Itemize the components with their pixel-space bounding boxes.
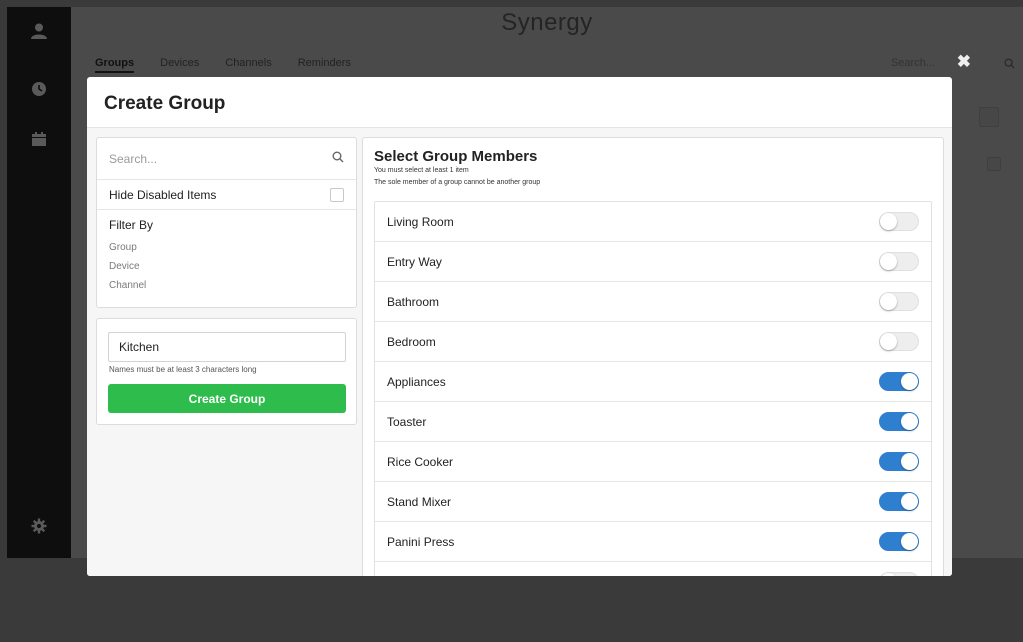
- member-toggle[interactable]: [879, 292, 919, 311]
- members-subtitle-2: The sole member of a group cannot be ano…: [374, 179, 541, 186]
- member-label: Living Room: [387, 214, 454, 229]
- member-toggle[interactable]: [879, 532, 919, 551]
- member-label: Stand Mixer: [387, 494, 452, 509]
- hide-disabled-label: Hide Disabled Items: [109, 187, 217, 202]
- hide-disabled-checkbox[interactable]: [330, 187, 344, 202]
- member-toggle[interactable]: [879, 332, 919, 351]
- modal-body: Hide Disabled Items Filter By Group Devi…: [87, 128, 952, 576]
- toggle-knob: [880, 293, 897, 310]
- group-name-input[interactable]: [108, 332, 346, 362]
- filter-card: Hide Disabled Items Filter By Group Devi…: [96, 137, 357, 308]
- expand-icon[interactable]: [987, 157, 1001, 171]
- filter-by-section: Filter By Group Device Channel: [97, 210, 356, 303]
- toggle-knob: [880, 213, 897, 230]
- list-item[interactable]: Bathroom: [375, 282, 931, 322]
- member-toggle[interactable]: [879, 372, 919, 391]
- member-toggle[interactable]: [879, 252, 919, 271]
- member-label: Appliances: [387, 374, 446, 389]
- member-toggle[interactable]: [879, 572, 919, 576]
- toggle-knob: [901, 453, 918, 470]
- list-item[interactable]: Rice Cooker: [375, 442, 931, 482]
- list-item[interactable]: Living Room: [375, 202, 931, 242]
- toggle-knob: [901, 413, 918, 430]
- member-toggle[interactable]: [879, 492, 919, 511]
- member-label: Bedroom: [387, 334, 436, 349]
- modal-header: Create Group: [87, 77, 952, 128]
- group-name-hint: Names must be at least 3 characters long: [109, 365, 257, 374]
- member-label: Bathroom: [387, 294, 440, 309]
- member-label: Entry Way: [387, 254, 442, 269]
- filter-by-label: Filter By: [109, 218, 154, 232]
- member-label: Panini Press: [387, 534, 455, 549]
- app-tabs: Groups Devices Channels Reminders: [95, 57, 351, 73]
- member-label: Rice Cooker: [387, 454, 454, 469]
- gear-icon[interactable]: [29, 516, 49, 536]
- search-icon[interactable]: [1004, 56, 1015, 74]
- list-item[interactable]: Entry Way: [375, 242, 931, 282]
- group-name-card: Names must be at least 3 characters long…: [96, 318, 357, 425]
- tab-channels[interactable]: Channels: [225, 57, 271, 73]
- list-item[interactable]: Toaster: [375, 402, 931, 442]
- members-card: Select Group Members You must select at …: [362, 137, 944, 576]
- sidebar: [7, 7, 71, 558]
- create-group-button[interactable]: Create Group: [108, 384, 346, 413]
- filter-search: [97, 138, 356, 180]
- list-item[interactable]: [375, 562, 931, 576]
- filter-option-channel[interactable]: Channel: [109, 276, 344, 295]
- tab-devices[interactable]: Devices: [160, 57, 199, 73]
- create-group-modal: Create Group Hide Disabled Items Filter …: [87, 77, 952, 576]
- list-item[interactable]: Appliances: [375, 362, 931, 402]
- tab-groups[interactable]: Groups: [95, 57, 135, 73]
- toggle-knob: [901, 533, 918, 550]
- hide-disabled-row[interactable]: Hide Disabled Items: [97, 180, 356, 210]
- member-toggle[interactable]: [879, 452, 919, 471]
- member-toggle[interactable]: [879, 212, 919, 231]
- members-title: Select Group Members: [374, 148, 538, 165]
- toggle-knob: [880, 333, 897, 350]
- toggle-knob: [880, 253, 897, 270]
- close-icon[interactable]: ✖: [957, 52, 971, 72]
- filter-search-input[interactable]: [109, 151, 289, 166]
- calendar-icon[interactable]: [29, 129, 49, 149]
- clock-icon[interactable]: [29, 79, 49, 99]
- member-toggle[interactable]: [879, 412, 919, 431]
- toggle-knob: [880, 573, 897, 576]
- list-item[interactable]: Bedroom: [375, 322, 931, 362]
- list-item[interactable]: Panini Press: [375, 522, 931, 562]
- list-item[interactable]: Stand Mixer: [375, 482, 931, 522]
- member-label: Toaster: [387, 414, 427, 429]
- members-subtitle-1: You must select at least 1 item: [374, 167, 469, 174]
- app-search-input[interactable]: Search...: [891, 57, 935, 69]
- delete-icon[interactable]: [979, 107, 999, 127]
- members-list: Living Room Entry Way Bathroom Bedroom A…: [374, 201, 932, 576]
- search-icon[interactable]: [332, 150, 344, 168]
- modal-title: Create Group: [104, 93, 226, 114]
- toggle-knob: [901, 373, 918, 390]
- filter-option-device[interactable]: Device: [109, 257, 344, 276]
- toggle-knob: [901, 493, 918, 510]
- app-title: Synergy: [501, 9, 593, 36]
- user-icon[interactable]: [29, 21, 49, 41]
- tab-reminders[interactable]: Reminders: [298, 57, 351, 73]
- filter-option-group[interactable]: Group: [109, 238, 344, 257]
